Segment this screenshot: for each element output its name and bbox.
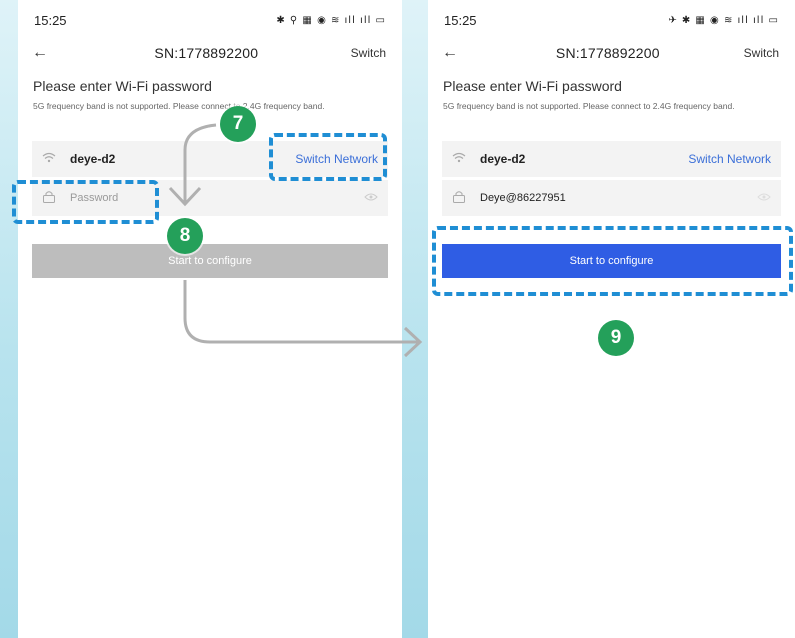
- step-badge-9: 9: [598, 320, 634, 356]
- step-badge-8: 8: [167, 218, 203, 254]
- arrow-icon: [183, 123, 217, 202]
- step-badge-7: 7: [220, 106, 256, 142]
- highlight-configure-button: [432, 226, 793, 296]
- tutorial-arrows: [168, 123, 423, 358]
- highlight-switch-network: [269, 133, 387, 181]
- highlight-password-field: [12, 180, 159, 224]
- arrow-icon: [183, 280, 418, 344]
